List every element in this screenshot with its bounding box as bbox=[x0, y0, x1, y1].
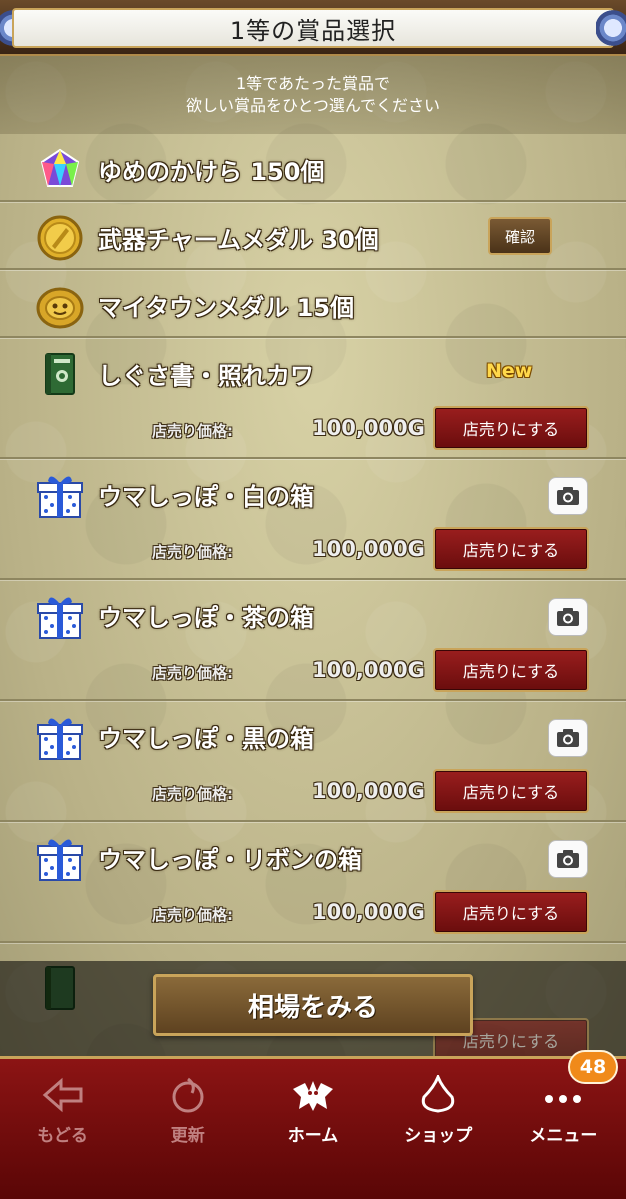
prize-row-mytown-medal[interactable]: マイタウンメダル 15個 bbox=[0, 270, 626, 338]
prize-list: ゆめのかけら 150個 武器チャームメダル 30個 確認 マイタウンメダル 15… bbox=[0, 134, 626, 943]
sell-price-label: 店売り価格: bbox=[152, 906, 233, 924]
camera-button[interactable] bbox=[548, 598, 588, 636]
nav-refresh-label: 更新 bbox=[170, 1126, 205, 1146]
nav-back-label: もどる bbox=[37, 1126, 88, 1146]
sell-button[interactable]: 店売りにする bbox=[433, 406, 589, 450]
gift-box-icon bbox=[37, 597, 83, 639]
nav-home[interactable]: ホーム bbox=[250, 1059, 375, 1199]
sell-price-label: 店売り価格: bbox=[152, 664, 233, 682]
sell-price-value: 100,000G bbox=[312, 658, 425, 682]
sell-price-value: 100,000G bbox=[312, 900, 425, 924]
nav-home-label: ホーム bbox=[287, 1126, 339, 1146]
camera-icon bbox=[557, 487, 579, 505]
bottom-nav: もどる 更新 ホーム ショップ メニュー bbox=[0, 1056, 626, 1199]
instruction-text: 1等であたった賞品で 欲しい賞品をひとつ選んでください bbox=[0, 56, 626, 134]
header-ornament-right-icon bbox=[596, 4, 626, 52]
prize-row-weapon-charm-medal[interactable]: 武器チャームメダル 30個 確認 bbox=[0, 202, 626, 270]
header-banner: 1等の賞品選択 bbox=[12, 8, 614, 48]
prize-name: ウマしっぽ・黒の箱 bbox=[98, 725, 314, 753]
camera-button[interactable] bbox=[548, 477, 588, 515]
nav-refresh[interactable]: 更新 bbox=[125, 1059, 250, 1199]
new-badge: New bbox=[486, 360, 533, 382]
prize-name: 武器チャームメダル 30個 bbox=[98, 226, 379, 254]
camera-button[interactable] bbox=[548, 719, 588, 757]
prize-name: しぐさ書・照れカワ bbox=[98, 362, 314, 390]
page-title: 1等の賞品選択 bbox=[229, 16, 397, 45]
prize-row-uma-shippo-brown[interactable]: ウマしっぽ・茶の箱 店売り価格: 100,000G 店売りにする bbox=[0, 580, 626, 701]
prize-row-uma-shippo-black[interactable]: ウマしっぽ・黒の箱 店売り価格: 100,000G 店売りにする bbox=[0, 701, 626, 822]
camera-button[interactable] bbox=[548, 840, 588, 878]
sell-price-value: 100,000G bbox=[312, 537, 425, 561]
nav-back[interactable]: もどる bbox=[0, 1059, 125, 1199]
slime-shop-icon bbox=[422, 1075, 455, 1113]
sell-button[interactable]: 店売りにする bbox=[433, 890, 589, 934]
menu-notification-badge: 48 bbox=[568, 1050, 618, 1084]
gem-icon bbox=[40, 148, 80, 187]
town-medal-icon bbox=[36, 287, 84, 329]
sell-price-label: 店売り価格: bbox=[152, 422, 233, 440]
instruction-line-1: 1等であたった賞品で bbox=[235, 74, 391, 93]
confirm-button[interactable]: 確認 bbox=[488, 217, 552, 255]
sell-button[interactable]: 店売りにする bbox=[433, 769, 589, 813]
gift-box-icon bbox=[37, 476, 83, 518]
book-icon bbox=[45, 353, 75, 395]
prize-name: ウマしっぽ・白の箱 bbox=[98, 483, 314, 511]
instruction-line-2: 欲しい賞品をひとつ選んでください bbox=[185, 96, 441, 115]
prize-name: マイタウンメダル 15個 bbox=[98, 294, 355, 322]
gift-box-icon bbox=[37, 839, 83, 881]
prize-name: ゆめのかけら 150個 bbox=[98, 158, 325, 186]
nav-shop[interactable]: ショップ bbox=[376, 1059, 501, 1199]
gold-medal-icon bbox=[37, 215, 83, 261]
nav-shop-label: ショップ bbox=[404, 1126, 473, 1146]
camera-icon bbox=[557, 608, 579, 626]
camera-icon bbox=[557, 850, 579, 868]
sell-price-label: 店売り価格: bbox=[152, 543, 233, 561]
refresh-icon bbox=[172, 1077, 204, 1113]
prize-list-panel: 1等であたった賞品で 欲しい賞品をひとつ選んでください ゆめのかけら 150個 … bbox=[0, 56, 626, 1056]
sell-price-value: 100,000G bbox=[312, 779, 425, 803]
prize-row-yume-no-kakera[interactable]: ゆめのかけら 150個 bbox=[0, 134, 626, 202]
gift-box-icon bbox=[37, 718, 83, 760]
prize-name: ウマしっぽ・リボンの箱 bbox=[98, 846, 362, 874]
prize-row-uma-shippo-white[interactable]: ウマしっぽ・白の箱 店売り価格: 100,000G 店売りにする bbox=[0, 459, 626, 580]
sell-price-label: 店売り価格: bbox=[152, 785, 233, 803]
sell-button[interactable]: 店売りにする bbox=[433, 527, 589, 571]
sell-button[interactable]: 店売りにする bbox=[433, 648, 589, 692]
dragon-home-icon bbox=[293, 1081, 333, 1111]
prize-row-uma-shippo-ribbon[interactable]: ウマしっぽ・リボンの箱 店売り価格: 100,000G 店売りにする bbox=[0, 822, 626, 943]
camera-icon bbox=[557, 729, 579, 747]
book-icon bbox=[45, 966, 75, 1010]
prize-row-shigusa-book[interactable]: しぐさ書・照れカワ New 店売り価格: 100,000G 店売りにする bbox=[0, 338, 626, 459]
nav-menu-label: メニュー bbox=[529, 1126, 598, 1146]
sell-price-value: 100,000G bbox=[312, 416, 425, 440]
prize-name: ウマしっぽ・茶の箱 bbox=[98, 604, 314, 632]
back-arrow-icon bbox=[42, 1077, 83, 1113]
header-bar: 1等の賞品選択 bbox=[0, 0, 626, 56]
market-price-button[interactable]: 相場をみる bbox=[153, 974, 473, 1036]
